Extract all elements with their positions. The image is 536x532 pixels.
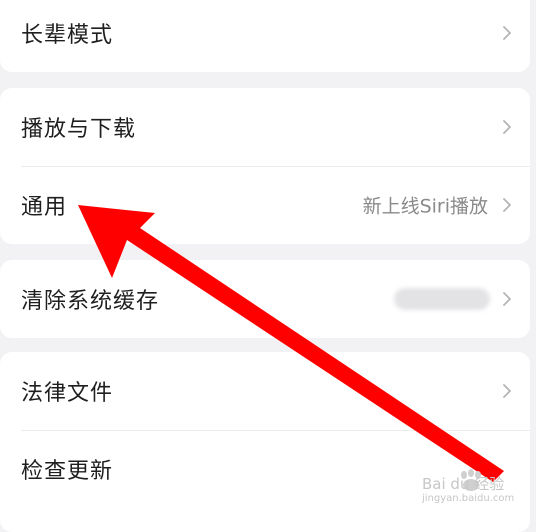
chevron-right-icon	[503, 120, 511, 134]
legal-row[interactable]: 法律文件	[0, 352, 530, 430]
clear-cache-row[interactable]: 清除系统缓存	[0, 260, 530, 338]
general-row[interactable]: 通用 新上线Siri播放	[0, 166, 530, 244]
playback-download-row[interactable]: 播放与下载	[0, 88, 530, 166]
general-label: 通用	[21, 195, 68, 220]
general-value: 新上线Siri播放	[362, 195, 488, 218]
settings-card-legal-update: 法律文件 检查更新	[0, 352, 530, 532]
settings-card-cache: 清除系统缓存	[0, 260, 530, 338]
baidu-jingyan-watermark: Bai du 经验 jingyan.baidu.com	[422, 467, 516, 505]
chevron-right-icon	[503, 384, 511, 398]
chevron-right-icon	[503, 26, 511, 40]
elder-mode-label: 长辈模式	[21, 23, 114, 48]
clear-cache-label: 清除系统缓存	[21, 289, 160, 314]
playback-download-label: 播放与下载	[21, 117, 137, 142]
settings-card-playback-general: 播放与下载 通用 新上线Siri播放	[0, 88, 530, 244]
settings-card-elder: 长辈模式	[0, 0, 530, 72]
cache-size-blurred	[394, 288, 490, 310]
elder-mode-row[interactable]: 长辈模式	[0, 0, 530, 72]
watermark-brand: Bai du 经验	[422, 475, 505, 493]
check-update-label: 检查更新	[21, 459, 114, 484]
watermark-url: jingyan.baidu.com	[422, 493, 515, 504]
legal-label: 法律文件	[21, 381, 114, 406]
chevron-right-icon	[503, 198, 511, 212]
chevron-right-icon	[503, 292, 511, 306]
